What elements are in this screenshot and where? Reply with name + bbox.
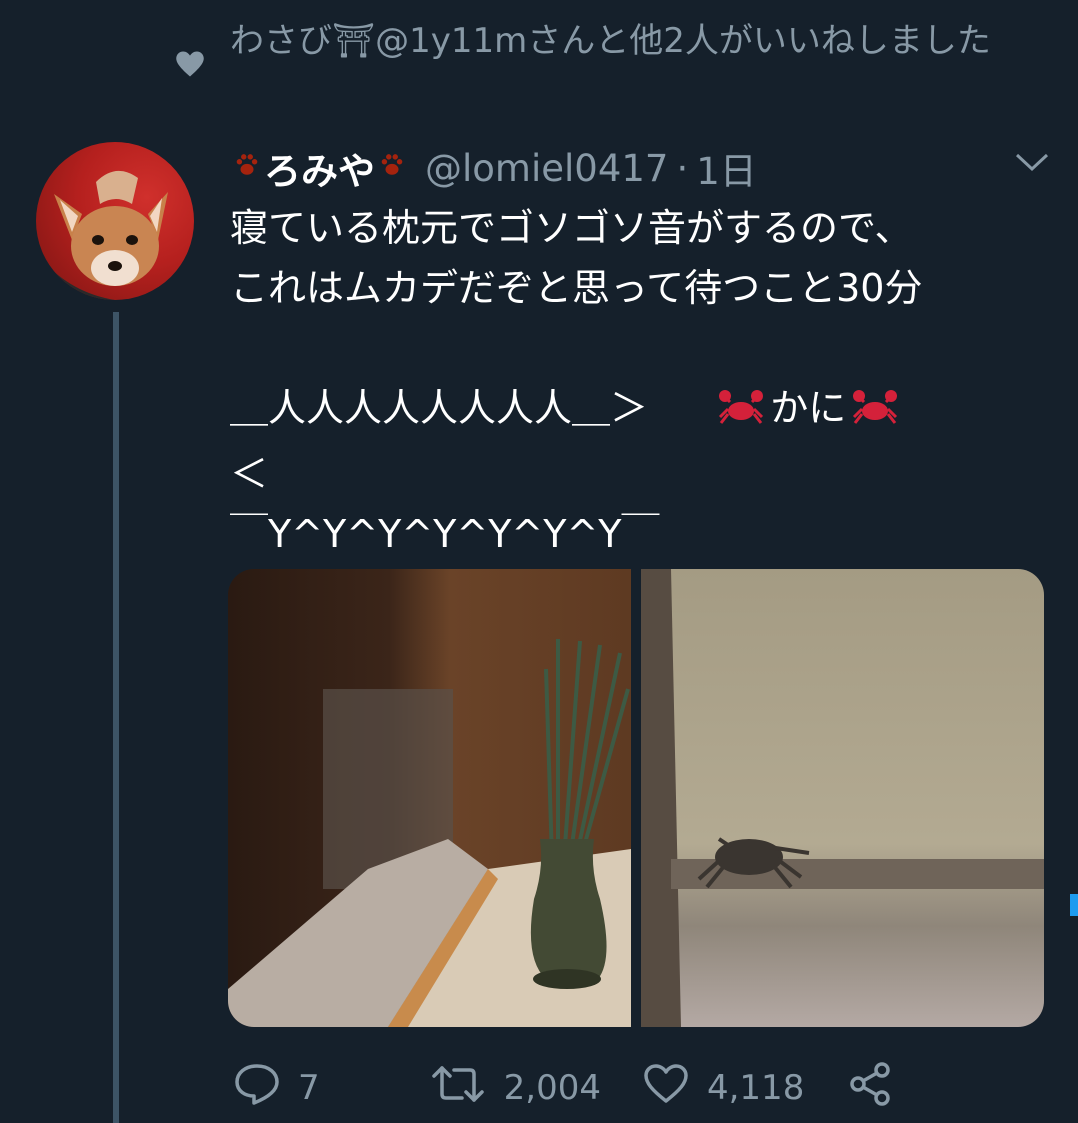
tweet-line: ＿人人人人人人人人＿＞ かに: [230, 378, 1050, 444]
tweet-line: [230, 318, 1050, 378]
crab-icon: [716, 384, 766, 444]
like-button[interactable]: 4,118: [643, 1063, 804, 1114]
social-context[interactable]: わさび⛩@1y11mさんと他2人がいいねしました: [160, 18, 1050, 78]
crab-text: かに: [770, 386, 847, 430]
tweet-header: ろみや @lomiel0417 · 1日: [230, 140, 1050, 196]
share-icon: [848, 1061, 894, 1116]
reply-count: 7: [298, 1068, 320, 1108]
display-name[interactable]: ろみや: [264, 141, 375, 195]
photo-incense-vase[interactable]: [228, 569, 631, 1027]
heart-icon: [643, 1063, 689, 1114]
crab-icon: [850, 384, 900, 444]
tweet-line: ＜: [230, 452, 269, 496]
liked-by-text: わさび⛩@1y11mさんと他2人がいいねしました: [230, 21, 991, 61]
heart-icon: [160, 18, 220, 78]
media-grid: [228, 569, 1044, 1027]
paw-icon: [234, 152, 260, 185]
photo-crab[interactable]: [641, 569, 1044, 1027]
retweet-icon: [430, 1064, 486, 1113]
reply-icon: [234, 1063, 280, 1114]
scrollbar-indicator[interactable]: [1070, 894, 1078, 916]
user-handle[interactable]: @lomiel0417: [425, 147, 668, 190]
separator-dot: ·: [676, 146, 689, 190]
share-button[interactable]: [848, 1061, 894, 1116]
tweet-text: 寝ている枕元でゴソゴソ音がするので、 これはムカデだぞと思って待つこと30分 ＿…: [230, 198, 1050, 564]
thread-line: [113, 312, 119, 1123]
avatar[interactable]: [36, 142, 194, 300]
retweet-count: 2,004: [503, 1068, 601, 1108]
chevron-down-icon[interactable]: [1014, 150, 1050, 178]
tweet-line: これはムカデだぞと思って待つこと30分: [230, 266, 923, 310]
retweet-button[interactable]: 2,004: [430, 1064, 601, 1113]
tweet-line: 寝ている枕元でゴソゴソ音がするので、: [230, 206, 913, 250]
tweet-actions: 7 2,004 4,118: [228, 1058, 1048, 1118]
reply-button[interactable]: 7: [234, 1063, 320, 1114]
timestamp[interactable]: 1日: [696, 141, 757, 195]
tweet-line: ￣Y^Y^Y^Y^Y^Y^Y￣: [230, 512, 660, 556]
like-count: 4,118: [706, 1068, 805, 1108]
ascii-art-top: ＿人人人人人人人人＿＞: [230, 386, 649, 430]
paw-icon: [379, 152, 405, 185]
